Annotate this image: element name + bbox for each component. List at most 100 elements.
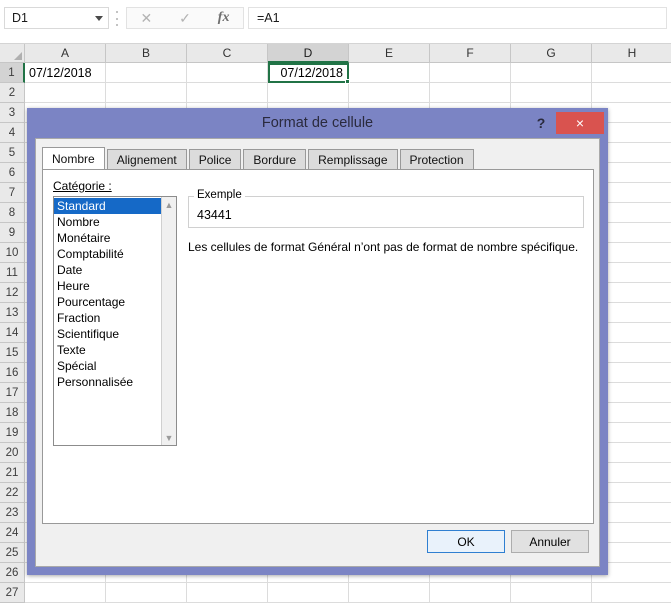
- cancel-button[interactable]: Annuler: [511, 530, 589, 553]
- category-item-personnalisee[interactable]: Personnalisée: [54, 374, 161, 390]
- category-list[interactable]: Standard Nombre Monétaire Comptabilité Date H…: [53, 196, 177, 446]
- row-header-7[interactable]: 7: [0, 183, 25, 203]
- column-header-a[interactable]: A: [25, 44, 106, 63]
- row-header-23[interactable]: 23: [0, 503, 25, 523]
- category-item-fraction[interactable]: Fraction: [54, 310, 161, 326]
- cell-G27[interactable]: [511, 583, 592, 603]
- cell-C2[interactable]: [187, 83, 268, 103]
- category-list-scrollbar[interactable]: ▲ ▼: [161, 197, 176, 445]
- row-header-25[interactable]: 25: [0, 543, 25, 563]
- category-item-scientifique[interactable]: Scientifique: [54, 326, 161, 342]
- scroll-up-icon[interactable]: ▲: [162, 197, 177, 212]
- tab-police[interactable]: Police: [188, 149, 242, 170]
- tab-nombre[interactable]: Nombre: [42, 147, 105, 170]
- category-item-standard[interactable]: Standard: [54, 198, 161, 214]
- close-icon[interactable]: ×: [556, 112, 604, 134]
- column-header-c[interactable]: C: [187, 44, 268, 63]
- confirm-formula-icon[interactable]: ✓: [170, 8, 200, 28]
- cell-D1[interactable]: 07/12/2018: [268, 63, 350, 84]
- column-header-g[interactable]: G: [511, 44, 592, 63]
- row-header-15[interactable]: 15: [0, 343, 25, 363]
- ok-button[interactable]: OK: [427, 530, 505, 553]
- dialog-tabs: Nombre Alignement Police Bordure Remplissage…: [42, 147, 476, 170]
- cell-B2[interactable]: [106, 83, 187, 103]
- select-all-corner[interactable]: [0, 44, 25, 63]
- row-header-3[interactable]: 3: [0, 103, 25, 123]
- category-item-nombre[interactable]: Nombre: [54, 214, 161, 230]
- category-item-heure[interactable]: Heure: [54, 278, 161, 294]
- category-item-texte[interactable]: Texte: [54, 342, 161, 358]
- column-header-h[interactable]: H: [592, 44, 671, 63]
- cell-F1[interactable]: [430, 63, 511, 83]
- tab-bordure[interactable]: Bordure: [243, 149, 307, 170]
- cell-C1[interactable]: [187, 63, 268, 83]
- tab-remplissage[interactable]: Remplissage: [308, 149, 398, 170]
- cell-F2[interactable]: [430, 83, 511, 103]
- row-header-14[interactable]: 14: [0, 323, 25, 343]
- row-header-10[interactable]: 10: [0, 243, 25, 263]
- cell-H2[interactable]: [592, 83, 671, 103]
- cell-E1[interactable]: [349, 63, 430, 83]
- scroll-down-icon[interactable]: ▼: [162, 430, 177, 445]
- row-header-26[interactable]: 26: [0, 563, 25, 583]
- row-header-9[interactable]: 9: [0, 223, 25, 243]
- category-item-comptabilite[interactable]: Comptabilité: [54, 246, 161, 262]
- row-header-8[interactable]: 8: [0, 203, 25, 223]
- category-item-special[interactable]: Spécial: [54, 358, 161, 374]
- row-header-22[interactable]: 22: [0, 483, 25, 503]
- name-box[interactable]: D1: [4, 7, 109, 29]
- cell-D27[interactable]: [268, 583, 349, 603]
- row-header-16[interactable]: 16: [0, 363, 25, 383]
- cell-value: 07/12/2018: [280, 66, 343, 80]
- row-header-6[interactable]: 6: [0, 163, 25, 183]
- cell-F27[interactable]: [430, 583, 511, 603]
- tab-protection[interactable]: Protection: [399, 149, 474, 170]
- row-header-1[interactable]: 1: [0, 63, 25, 83]
- cell-D2[interactable]: [268, 83, 349, 103]
- name-box-dropdown-icon[interactable]: [90, 8, 108, 28]
- formula-value: =A1: [257, 11, 280, 25]
- cell-E27[interactable]: [349, 583, 430, 603]
- cell-A27[interactable]: [25, 583, 106, 603]
- row-header-27[interactable]: 27: [0, 583, 25, 603]
- row-header-12[interactable]: 12: [0, 283, 25, 303]
- row-header-24[interactable]: 24: [0, 523, 25, 543]
- column-header-b[interactable]: B: [106, 44, 187, 63]
- row-header-11[interactable]: 11: [0, 263, 25, 283]
- category-item-monetaire[interactable]: Monétaire: [54, 230, 161, 246]
- cell-H1[interactable]: [592, 63, 671, 83]
- row-header-20[interactable]: 20: [0, 443, 25, 463]
- dialog-body: Nombre Alignement Police Bordure Remplissage…: [35, 138, 600, 567]
- cell-B1[interactable]: [106, 63, 187, 83]
- tab-panel-nombre: Catégorie : Standard Nombre Monétaire Compt…: [42, 169, 594, 524]
- category-item-date[interactable]: Date: [54, 262, 161, 278]
- tab-alignement[interactable]: Alignement: [106, 149, 187, 170]
- column-header-d[interactable]: D: [268, 44, 349, 63]
- cancel-formula-icon[interactable]: ✕: [131, 8, 161, 28]
- row-header-21[interactable]: 21: [0, 463, 25, 483]
- row-header-2[interactable]: 2: [0, 83, 25, 103]
- cell-E2[interactable]: [349, 83, 430, 103]
- category-label-text: Catégorie :: [53, 179, 112, 193]
- cell-B27[interactable]: [106, 583, 187, 603]
- row-header-18[interactable]: 18: [0, 403, 25, 423]
- row-header-13[interactable]: 13: [0, 303, 25, 323]
- cell-A2[interactable]: [25, 83, 106, 103]
- fill-handle[interactable]: [345, 79, 350, 84]
- column-header-e[interactable]: E: [349, 44, 430, 63]
- cell-A1[interactable]: 07/12/2018: [25, 63, 106, 83]
- cell-G2[interactable]: [511, 83, 592, 103]
- column-header-f[interactable]: F: [430, 44, 511, 63]
- row-header-4[interactable]: 4: [0, 123, 25, 143]
- row-header-17[interactable]: 17: [0, 383, 25, 403]
- help-icon[interactable]: ?: [531, 113, 551, 133]
- insert-function-icon[interactable]: fx: [209, 8, 239, 28]
- cell-G1[interactable]: [511, 63, 592, 83]
- name-box-value: D1: [12, 11, 28, 25]
- cell-C27[interactable]: [187, 583, 268, 603]
- formula-input[interactable]: =A1: [248, 7, 667, 29]
- row-header-19[interactable]: 19: [0, 423, 25, 443]
- row-header-5[interactable]: 5: [0, 143, 25, 163]
- category-item-pourcentage[interactable]: Pourcentage: [54, 294, 161, 310]
- cell-H27[interactable]: [592, 583, 671, 603]
